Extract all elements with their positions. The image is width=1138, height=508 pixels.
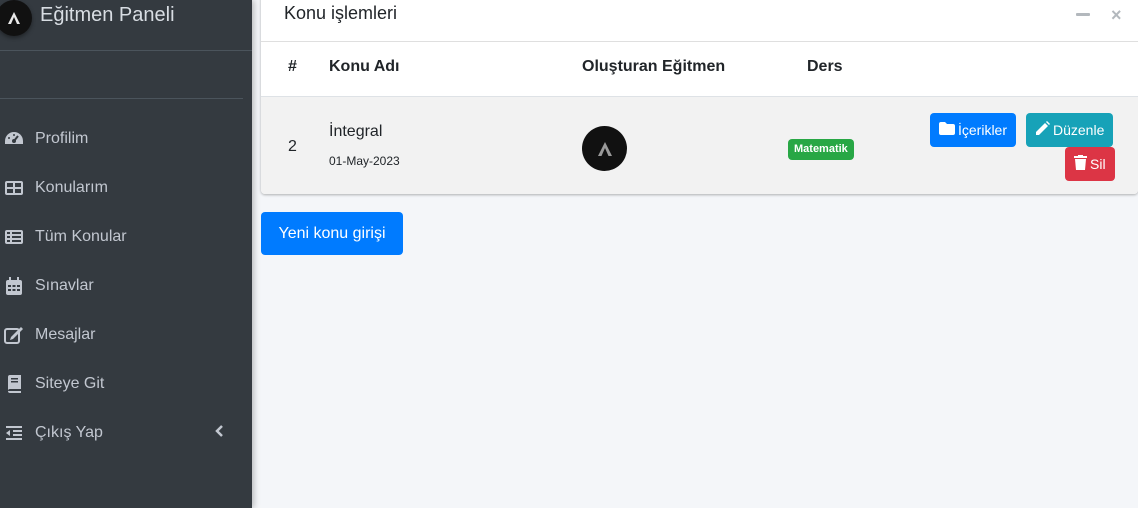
delete-button-label: Sil <box>1090 156 1106 172</box>
sidebar-item-label: Sınavlar <box>35 277 94 294</box>
brand[interactable]: Eğitmen Paneli <box>0 0 252 51</box>
topic-card: Konu işlemleri × # Konu Adı Oluşturan Eğ… <box>261 0 1138 194</box>
edit-icon <box>4 325 24 345</box>
sidebar-item-profilim[interactable]: Profilim <box>0 115 252 164</box>
sidebar: Eğitmen Paneli Profilim Konularım Tüm Ko… <box>0 0 252 508</box>
sidebar-item-tum-konular[interactable]: Tüm Konular <box>0 213 252 262</box>
sidebar-item-label: Profilim <box>35 130 89 147</box>
sidebar-nav: Profilim Konularım Tüm Konular Sınavlar … <box>0 115 252 458</box>
edit-button[interactable]: Düzenle <box>1026 113 1114 147</box>
chevron-left-icon[interactable] <box>214 424 224 443</box>
sidebar-item-label: Konularım <box>35 179 108 196</box>
sidebar-item-label: Çıkış Yap <box>35 424 103 441</box>
contents-button-label: İçerikler <box>958 122 1008 138</box>
sidebar-item-label: Siteye Git <box>35 375 105 392</box>
sidebar-item-mesajlar[interactable]: Mesajlar <box>0 311 252 360</box>
sidebar-item-label: Tüm Konular <box>35 228 127 245</box>
folder-icon <box>939 122 955 138</box>
sidebar-item-cikis-yap[interactable]: Çıkış Yap <box>0 409 252 458</box>
delete-button[interactable]: Sil <box>1065 147 1115 181</box>
topic-date: 01-May-2023 <box>329 154 400 168</box>
user-panel <box>0 51 243 99</box>
column-header-topic: Konu Adı <box>329 58 400 75</box>
column-header-instructor: Oluşturan Eğitmen <box>582 58 726 75</box>
sidebar-item-sinavlar[interactable]: Sınavlar <box>0 262 252 311</box>
calendar-icon <box>4 276 24 296</box>
close-icon[interactable]: × <box>1111 5 1122 26</box>
list-icon <box>4 227 24 247</box>
outdent-icon <box>4 423 24 443</box>
pencil-icon <box>1035 121 1050 139</box>
row-number: 2 <box>288 138 297 155</box>
contents-button[interactable]: İçerikler <box>930 113 1017 147</box>
minimize-icon[interactable] <box>1076 13 1090 16</box>
sidebar-item-siteye-git[interactable]: Siteye Git <box>0 360 252 409</box>
column-header-course: Ders <box>807 58 843 75</box>
card-header: Konu işlemleri × <box>261 0 1138 42</box>
trash-icon <box>1074 155 1087 173</box>
topic-title: İntegral <box>329 123 383 140</box>
table-row: 2 İntegral 01-May-2023 Matematik İçerikl… <box>261 96 1138 194</box>
edit-button-label: Düzenle <box>1053 122 1105 138</box>
sidebar-item-label: Mesajlar <box>35 326 96 343</box>
brand-title: Eğitmen Paneli <box>40 4 175 26</box>
sidebar-item-konularim[interactable]: Konularım <box>0 164 252 213</box>
avatar <box>582 126 627 171</box>
brand-logo <box>0 0 32 36</box>
column-header-number: # <box>288 58 297 75</box>
book-icon <box>4 374 24 394</box>
course-badge: Matematik <box>788 139 854 160</box>
tachometer-icon <box>4 129 24 149</box>
table-icon <box>4 178 24 198</box>
card-title: Konu işlemleri <box>284 3 398 23</box>
new-topic-button[interactable]: Yeni konu girişi <box>261 212 403 255</box>
